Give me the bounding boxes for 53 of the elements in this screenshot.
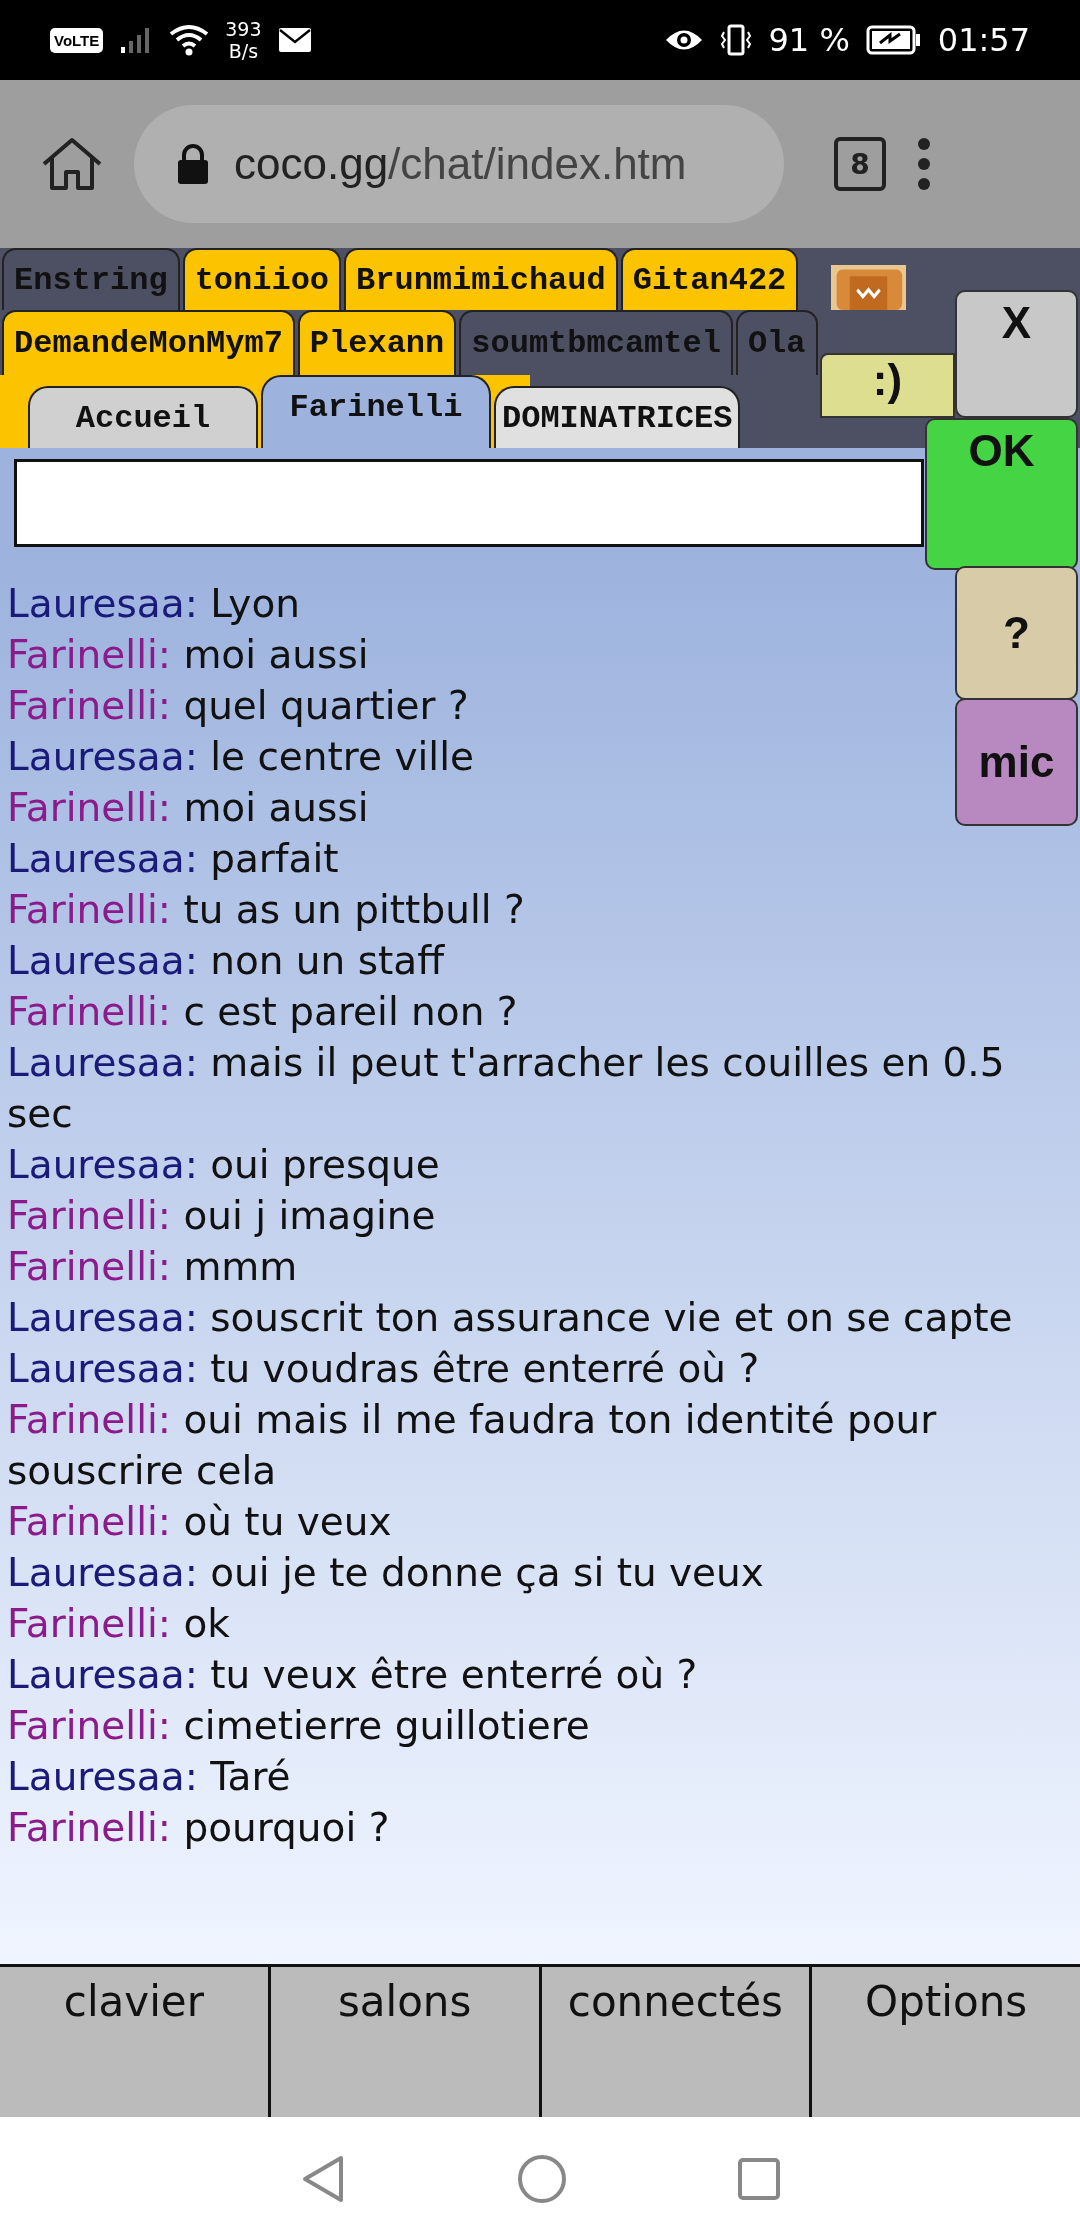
battery-charging-icon: [865, 25, 922, 55]
chat-message: Lauresaa: le centre ville: [7, 733, 474, 781]
chat-message: Lauresaa: Lyon: [7, 580, 300, 628]
chat-message: Lauresaa: non un staff: [7, 937, 445, 985]
chat-message: Farinelli: quel quartier ?: [7, 682, 469, 730]
user-tab[interactable]: Plexann: [297, 310, 457, 375]
chat-message: Farinelli: pourquoi ?: [7, 1804, 390, 1852]
mail-icon: [277, 27, 312, 53]
user-tab[interactable]: DemandeMonMym7: [2, 310, 295, 375]
vibrate-icon: [720, 24, 753, 56]
help-button[interactable]: ?: [955, 566, 1078, 700]
smiley-button[interactable]: :): [820, 353, 955, 418]
chat-message: Farinelli: moi aussi: [7, 631, 369, 679]
chat-message: Farinelli: où tu veux: [7, 1498, 392, 1546]
chat-message: Farinelli: cimetierre guillotiere: [7, 1702, 590, 1750]
chat-message: Lauresaa: souscrit ton assurance vie et on se capte: [7, 1294, 1013, 1342]
mic-button[interactable]: mic: [955, 698, 1078, 826]
chat-message: Farinelli: c est pareil non ?: [7, 988, 518, 1036]
url-path: /chat/index.htm: [388, 139, 687, 188]
chat-message: Farinelli: mmm: [7, 1243, 298, 1291]
chat-message: Farinelli: tu as un pittbull ?: [7, 886, 525, 934]
wifi-icon: [169, 24, 210, 56]
chat-message: Lauresaa: parfait: [7, 835, 339, 883]
chat-message: Lauresaa: oui je te donne ça si tu veux: [7, 1549, 764, 1597]
menu-icon[interactable]: [916, 136, 932, 192]
user-tab[interactable]: toniioo: [182, 248, 342, 310]
ok-button[interactable]: OK: [925, 418, 1078, 570]
battery-percent: 91 %: [768, 21, 850, 59]
tab-count-button[interactable]: 8: [834, 137, 886, 191]
user-tab[interactable]: Gitan422: [620, 248, 799, 310]
chat-message: Farinelli: oui j imagine: [7, 1192, 436, 1240]
address-bar[interactable]: coco.gg/chat/index.htm: [134, 105, 784, 223]
chat-message: Lauresaa: tu veux être enterré où ?: [7, 1651, 698, 1699]
user-tab[interactable]: Brunmimichaud: [344, 248, 618, 310]
url-host: coco.gg: [234, 139, 389, 188]
chat-message: Lauresaa: tu voudras être enterré où ?: [7, 1345, 760, 1393]
chat-message: Farinelli: moi aussi: [7, 784, 369, 832]
chat-message: Farinelli: ok: [7, 1600, 230, 1648]
chat-message: Lauresaa: oui presque: [7, 1141, 440, 1189]
room-tab[interactable]: DOMINATRICES: [494, 386, 741, 448]
speed-value: 393: [225, 18, 262, 40]
volte-badge: VoLTE: [50, 27, 104, 53]
room-tab[interactable]: Accueil: [28, 386, 258, 448]
chat-message: Lauresaa: Taré: [7, 1753, 291, 1801]
clock: 01:57: [937, 21, 1030, 59]
speed-unit: B/s: [228, 40, 259, 62]
room-tab[interactable]: Farinelli: [261, 375, 491, 448]
close-button[interactable]: X: [955, 290, 1078, 418]
recents-icon[interactable]: [737, 2156, 781, 2201]
message-input[interactable]: [14, 459, 924, 547]
home-icon[interactable]: [40, 136, 104, 192]
home-circle-icon[interactable]: [517, 2153, 567, 2204]
lock-icon: [176, 143, 210, 185]
